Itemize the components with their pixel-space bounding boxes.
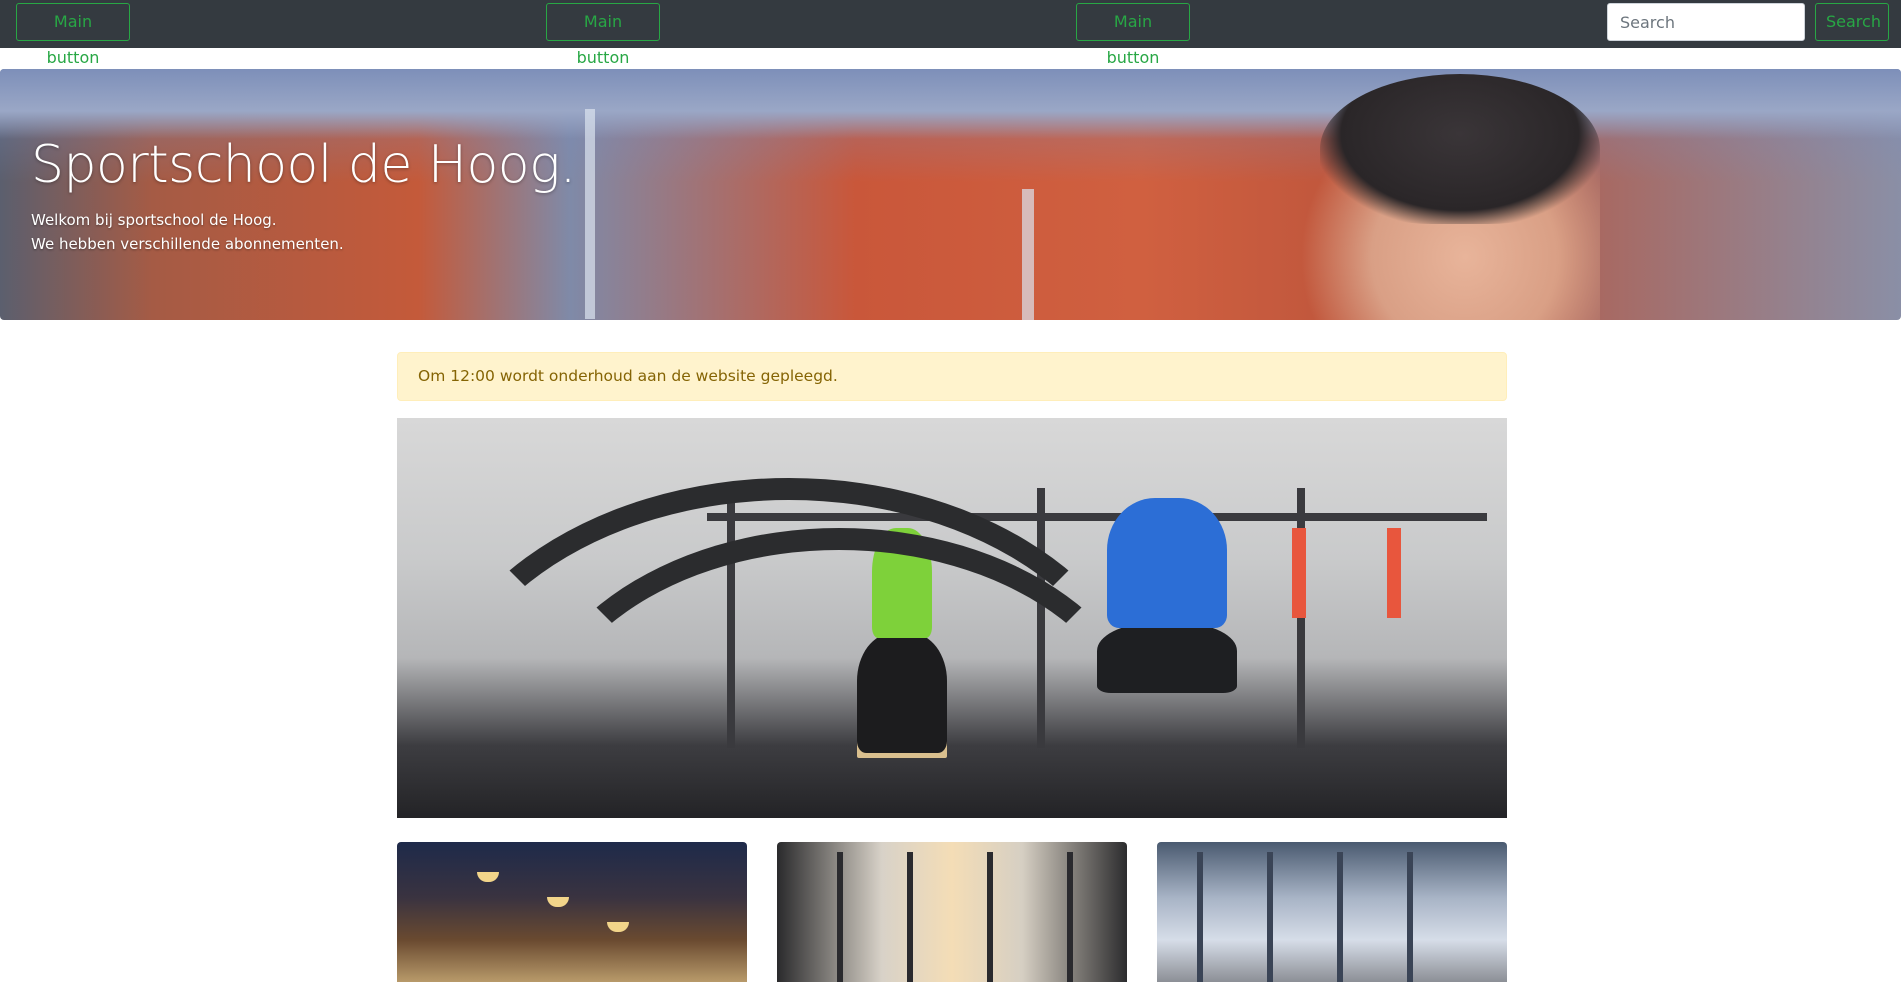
card-image-1 <box>397 842 747 982</box>
hero-subtitle-line-1: Welkom bij sportschool de Hoog. <box>31 211 277 229</box>
image-detail <box>1107 498 1227 628</box>
hero-person-hair <box>1320 74 1600 224</box>
image-detail <box>607 922 629 932</box>
hero-subtitle-line-2: We hebben verschillende abonnementen. <box>31 235 344 253</box>
hero-decor <box>585 109 595 319</box>
image-detail <box>907 852 913 982</box>
main-button-3[interactable]: Main button <box>1076 3 1190 67</box>
card-image-3 <box>1157 842 1507 982</box>
top-navbar: Main button Main button Main button Sear… <box>0 0 1901 67</box>
image-detail <box>477 872 499 882</box>
image-detail <box>1297 488 1305 748</box>
image-detail <box>1407 852 1413 982</box>
image-detail <box>547 897 569 907</box>
search-input[interactable] <box>1607 3 1805 41</box>
main-image-battle-ropes <box>397 418 1507 818</box>
card-image-2 <box>777 842 1127 982</box>
search-button[interactable]: Search <box>1815 3 1889 41</box>
hero-decor <box>1022 189 1034 320</box>
hero-background <box>0 69 1901 139</box>
image-detail <box>1337 852 1343 982</box>
hero-jumbotron: Sportschool de Hoog. Welkom bij sportsch… <box>0 69 1901 320</box>
image-detail <box>987 852 993 982</box>
image-detail <box>837 852 843 982</box>
image-detail <box>1267 852 1273 982</box>
image-detail <box>1387 528 1401 618</box>
main-button-1[interactable]: Main button <box>16 3 130 67</box>
image-detail <box>1197 852 1203 982</box>
maintenance-alert: Om 12:00 wordt onderhoud aan de website … <box>397 352 1507 401</box>
image-detail <box>1067 852 1073 982</box>
hero-title: Sportschool de Hoog. <box>31 135 576 195</box>
image-detail <box>1292 528 1306 618</box>
main-button-2[interactable]: Main button <box>546 3 660 67</box>
